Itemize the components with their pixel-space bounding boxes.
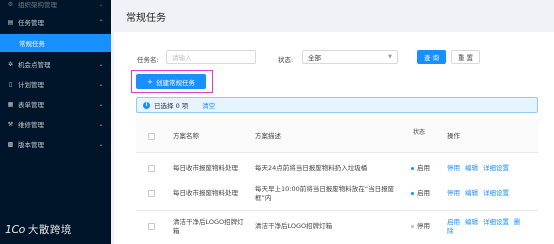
- query-button[interactable]: 查 询: [417, 50, 446, 64]
- row-checkbox[interactable]: [148, 223, 155, 230]
- wrench-icon: ⚒: [7, 120, 14, 128]
- row-desc: 每天早上10:00前将当日报废物料放在“当日报废 框”内: [255, 185, 395, 202]
- enable-link[interactable]: 启用: [447, 218, 460, 226]
- info-icon: i: [143, 101, 150, 109]
- gear-icon: ⚙: [7, 0, 14, 8]
- table-row: 清洁干净后LOGO招牌灯箱 清洁干净后LOGO招牌灯箱 停用 启用 编辑 详细设置删…: [136, 211, 538, 244]
- chevron-down-icon: ⌄: [98, 80, 104, 88]
- brand-logo: 1Co 大散跨境: [5, 223, 72, 236]
- col-name-header: 方案名称: [173, 132, 199, 140]
- row-name: 清洁干净后LOGO招牌灯箱: [173, 218, 244, 235]
- edit-link[interactable]: 编辑: [465, 218, 478, 226]
- status-select[interactable]: 全部 ▼: [302, 50, 398, 64]
- row-desc: 每天24点前将当日报废物料扔入垃圾桶: [255, 164, 368, 172]
- sidebar-item-version[interactable]: ▩ 版本管理 ⌄: [0, 135, 111, 153]
- sidebar-item-task-mgmt[interactable]: ▤ 任务管理 ⌃: [0, 13, 111, 31]
- col-status-header: 状态: [413, 129, 426, 136]
- settings-icon: ✲: [7, 60, 14, 68]
- document-icon: ▤: [7, 18, 14, 26]
- sidebar-item-regular-task[interactable]: 常规任务: [0, 34, 111, 52]
- table-icon: ▦: [7, 100, 14, 108]
- status-badge: 启用: [411, 189, 430, 198]
- row-desc: 清洁干净后LOGO招牌灯箱: [255, 222, 333, 230]
- row-checkbox[interactable]: [148, 165, 155, 172]
- delete-link[interactable]: 删: [514, 218, 521, 226]
- row-actions: 停用 编辑 详细设置: [447, 164, 514, 173]
- table-row: 每日收市报废物料处理 每天早上10:00前将当日报废物料放在“当日报废 框”内 启…: [136, 178, 538, 211]
- status-dot: [411, 224, 414, 228]
- edit-link[interactable]: 编辑: [465, 189, 478, 197]
- grid-icon: ▩: [7, 140, 14, 148]
- detail-settings-link[interactable]: 详细设置: [483, 189, 509, 197]
- sidebar-item-opportunity[interactable]: ✲ 机会点管理 ⌄: [0, 55, 111, 73]
- chevron-down-icon: ⌄: [98, 120, 104, 128]
- sidebar-item-repair[interactable]: ⚒ 维修管理 ⌄: [0, 115, 111, 133]
- status-badge: 启用: [411, 164, 430, 173]
- clear-selection-link[interactable]: 清空: [202, 100, 215, 110]
- row-actions: 停用 编辑 详细设置: [447, 189, 514, 198]
- detail-settings-link[interactable]: 详细设置: [483, 164, 509, 172]
- row-actions: 启用 编辑 详细设置删除: [447, 218, 526, 236]
- chevron-down-icon: ⌄: [98, 60, 104, 68]
- row-name: 每日收市报废物料处理: [173, 189, 238, 197]
- task-name-input[interactable]: 请输入: [166, 50, 256, 64]
- status-dot: [411, 191, 414, 195]
- sidebar: ⚙ 组织架构管理 ⌄ ▤ 任务管理 ⌃ 常规任务 ✲ 机会点管理 ⌄ ▯ 计划管…: [0, 0, 111, 244]
- reset-button[interactable]: 重 置: [451, 50, 480, 64]
- status-dot: [411, 166, 414, 170]
- selection-alert: i 已选择 0 项 清空: [136, 97, 538, 113]
- chevron-down-icon: ⌄: [98, 0, 104, 8]
- disable-link[interactable]: 停用: [447, 189, 460, 197]
- task-name-label: 任务名:: [137, 56, 159, 64]
- doc-icon: ▯: [8, 80, 13, 88]
- disable-link[interactable]: 停用: [447, 164, 460, 172]
- plus-icon: +: [147, 77, 153, 86]
- page-title: 常规任务: [126, 13, 166, 24]
- row-checkbox[interactable]: [148, 190, 155, 197]
- detail-settings-link[interactable]: 详细设置: [483, 218, 509, 226]
- col-ops-header: 操作: [447, 132, 460, 140]
- chevron-down-icon: ⌄: [98, 140, 104, 148]
- status-label: 状态:: [278, 56, 294, 64]
- status-badge: 停用: [411, 222, 430, 231]
- delete-link-cont[interactable]: 除: [447, 227, 454, 235]
- sidebar-item-plan[interactable]: ▯ 计划管理 ⌄: [0, 75, 111, 93]
- chevron-down-icon: ▼: [388, 54, 392, 60]
- col-desc-header: 方案描述: [255, 132, 281, 140]
- edit-link[interactable]: 编辑: [465, 164, 478, 172]
- chevron-up-icon: ⌃: [98, 18, 104, 26]
- row-name: 每日收市报废物料处理: [173, 164, 238, 172]
- chevron-down-icon: ⌄: [98, 100, 104, 108]
- select-all-checkbox[interactable]: [148, 133, 155, 140]
- sidebar-item-form[interactable]: ▦ 表单管理 ⌄: [0, 95, 111, 113]
- sidebar-item-org[interactable]: ⚙ 组织架构管理 ⌄: [0, 0, 111, 13]
- table-header: 方案名称 方案描述 状态 操作: [136, 119, 538, 153]
- create-regular-task-button[interactable]: + 创建常规任务: [136, 74, 206, 89]
